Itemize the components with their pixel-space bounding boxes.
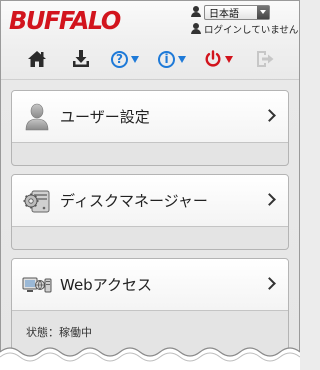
download-button[interactable]: [71, 47, 91, 71]
chevron-right-icon: [263, 109, 276, 122]
app-frame: BUFFALO 日本語 ログインしていません ? i ユーザー設定 ディスクマネ…: [0, 0, 300, 370]
login-status: ログインしていません: [191, 22, 298, 36]
language-person-icon: [191, 6, 201, 18]
toolbar: ? i: [1, 45, 299, 73]
disk-manager-link[interactable]: ディスクマネージャー: [12, 175, 288, 227]
disk-manager-title: ディスクマネージャー: [60, 192, 208, 210]
card-user-settings: ユーザー設定: [11, 90, 289, 166]
web-access-icon: [22, 277, 52, 292]
disk-icon-wrap: [22, 186, 52, 216]
web-access-link[interactable]: Webアクセス: [12, 259, 288, 311]
help-menu-button[interactable]: ?: [111, 47, 139, 71]
logout-button[interactable]: [255, 47, 275, 71]
logout-icon: [257, 51, 274, 67]
user-settings-link[interactable]: ユーザー設定: [12, 91, 288, 143]
caret-down-icon: [131, 55, 139, 63]
power-icon: [205, 50, 221, 67]
language-select[interactable]: 日本語: [204, 4, 270, 20]
language-select-value: 日本語: [209, 8, 239, 20]
user-status-icon: [191, 23, 201, 35]
web-access-status: 状態：稼働中: [26, 326, 92, 339]
web-access-icon-wrap: [22, 270, 52, 300]
home-icon: [28, 51, 46, 67]
toolbar-divider: [1, 79, 299, 80]
card-disk-manager: ディスクマネージャー: [11, 174, 289, 250]
disk-settings-icon: [23, 190, 50, 212]
info-icon: i: [158, 50, 175, 68]
web-access-title: Webアクセス: [60, 276, 152, 294]
chevron-down-icon[interactable]: [257, 5, 269, 19]
chevron-right-icon: [263, 193, 276, 206]
buffalo-logo: BUFFALO: [9, 6, 121, 35]
home-button[interactable]: [27, 47, 47, 71]
download-icon: [73, 50, 89, 67]
info-menu-button[interactable]: i: [158, 47, 186, 71]
login-status-text: ログインしていません: [204, 25, 299, 36]
torn-edge: [0, 347, 300, 370]
language-row: 日本語: [191, 3, 270, 21]
user-settings-title: ユーザー設定: [60, 108, 150, 126]
caret-down-icon: [225, 55, 233, 63]
chevron-right-icon: [263, 277, 276, 290]
user-icon-wrap: [22, 102, 52, 132]
power-menu-button[interactable]: [204, 47, 233, 71]
user-icon: [25, 103, 49, 130]
caret-down-icon: [178, 55, 186, 63]
help-icon: ?: [111, 50, 128, 68]
